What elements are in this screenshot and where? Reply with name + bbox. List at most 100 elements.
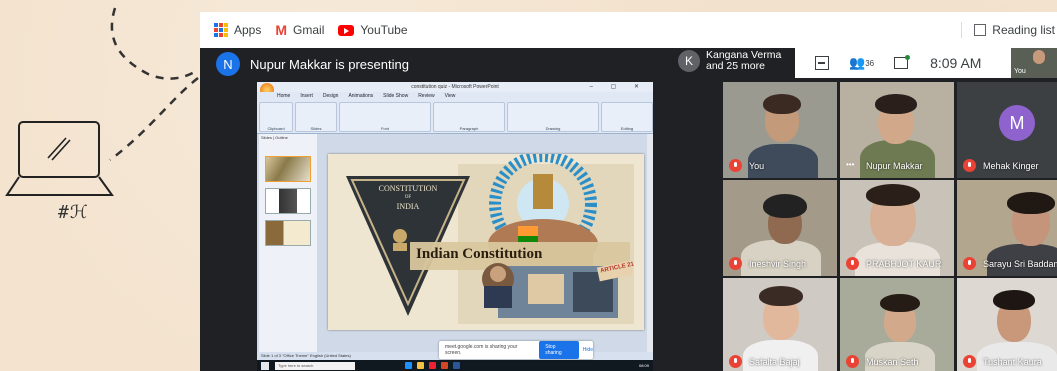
slide-thumbnail-3[interactable] — [265, 220, 311, 246]
windows-start-icon[interactable] — [261, 361, 269, 370]
participant-tile[interactable]: Sarayu Sri Baddam — [957, 180, 1057, 276]
youtube-icon — [338, 24, 355, 36]
ribbon-group: Font — [339, 102, 431, 132]
stop-sharing-button[interactable]: Stop sharing — [539, 341, 579, 359]
slide-artwork — [328, 154, 644, 330]
ppt-workspace: Slides | Outline CONSTITUTION OF INDIA I… — [257, 134, 653, 352]
bookmark-label: Apps — [234, 23, 262, 37]
participants-header[interactable]: K Kangana Verma and 25 more — [678, 50, 781, 72]
slide-title-line-2: OF — [404, 195, 412, 200]
screen-share-notice: meet.google.com is sharing your screen. … — [439, 341, 593, 359]
hide-button[interactable]: Hide — [583, 347, 593, 353]
ppt-ribbon: Home Insert Design Animations Slide Show… — [257, 92, 653, 134]
ribbon-group: Clipboard — [259, 102, 293, 132]
vertical-scrollbar[interactable] — [647, 134, 653, 352]
reading-list-label: Reading list — [992, 23, 1055, 37]
chat-button[interactable] — [894, 55, 911, 69]
taskbar-apps — [405, 362, 460, 369]
participant-avatar: M — [999, 105, 1035, 141]
ribbon-tabs: Home Insert Design Animations Slide Show… — [277, 93, 455, 99]
share-message: meet.google.com is sharing your screen. — [445, 344, 518, 356]
participant-tile[interactable]: Ineshvir Singh — [723, 180, 837, 276]
bookmark-gmail[interactable]: M Gmail — [275, 22, 324, 38]
participant-tile[interactable]: PRABHJOT KAUR — [840, 180, 954, 276]
participant-name: Ineshvir Singh — [749, 259, 807, 269]
doodle-caption: #ℋ — [58, 202, 89, 223]
ppt-window-title: constitution quiz - Microsoft PowerPoint — [411, 84, 499, 90]
folder-icon[interactable] — [417, 362, 424, 369]
reading-list-button[interactable]: Reading list — [961, 22, 1055, 38]
slide-thumbnail-1[interactable] — [265, 156, 311, 182]
presenter-avatar: N — [216, 52, 240, 76]
ribbon-group: Drawing — [507, 102, 599, 132]
browser-window: Apps M Gmail YouTube Reading list N Nupu… — [200, 12, 1057, 371]
participant-name: Safalta Bajaj — [749, 357, 800, 367]
slide-title-line-3: INDIA — [396, 202, 420, 211]
ribbon-group: Paragraph — [433, 102, 505, 132]
participant-tile[interactable]: M Mehak Kinger — [957, 82, 1057, 178]
chrome-icon[interactable] — [429, 362, 436, 369]
ribbon-tab[interactable]: Insert — [300, 93, 313, 99]
participant-tile[interactable]: Safalta Bajaj — [723, 278, 837, 371]
bookmark-youtube[interactable]: YouTube — [338, 23, 408, 37]
bookmark-label: Gmail — [293, 23, 325, 37]
edge-icon[interactable] — [405, 362, 412, 369]
participant-tile[interactable]: ••• Nupur Makkar — [840, 82, 954, 178]
ribbon-group: Editing — [601, 102, 653, 132]
participant-tile[interactable]: Tushant Kaura — [957, 278, 1057, 371]
layout-icon — [815, 56, 829, 70]
slide-title-line-1: CONSTITUTION — [378, 184, 438, 193]
powerpoint-icon[interactable] — [441, 362, 448, 369]
ribbon-tab[interactable]: Design — [323, 93, 339, 99]
participant-name: PRABHJOT KAUR — [866, 259, 942, 269]
ribbon-tab[interactable]: Animations — [348, 93, 373, 99]
presenter-bar: N Nupur Makkar is presenting — [200, 48, 680, 80]
taskbar-clock: 08:09 — [638, 363, 649, 368]
current-slide: CONSTITUTION OF INDIA Indian Constitutio… — [328, 154, 644, 330]
muted-mic-icon — [846, 257, 859, 270]
divider — [961, 22, 963, 38]
people-icon: 👥 — [849, 55, 866, 70]
muted-mic-icon — [846, 355, 859, 368]
word-icon[interactable] — [453, 362, 460, 369]
thumb-tabs[interactable]: Slides | Outline — [259, 134, 317, 141]
participant-tile[interactable]: Muskan Seth — [840, 278, 954, 371]
bookmark-label: YouTube — [360, 23, 408, 37]
doodle-illustration — [5, 7, 199, 196]
bookmark-apps[interactable]: Apps — [214, 23, 261, 37]
slide-thumbnail-2[interactable] — [265, 188, 311, 214]
ribbon-tab[interactable]: Review — [418, 93, 434, 99]
participant-tile[interactable]: You — [723, 82, 837, 178]
ribbon-tab[interactable]: Home — [277, 93, 290, 99]
slide-banner: Indian Constitution — [416, 246, 543, 262]
ribbon-groups: Clipboard Slides Font Paragraph Drawing … — [259, 102, 653, 132]
meet-toolbar: 👥 36 8:09 AM — [795, 48, 1011, 78]
windows-taskbar: Type here to search 08:09 — [257, 360, 653, 371]
participant-name: Nupur Makkar — [866, 161, 923, 171]
muted-mic-icon — [963, 355, 976, 368]
presenter-text: Nupur Makkar is presenting — [250, 56, 409, 72]
ppt-title-bar: constitution quiz - Microsoft PowerPoint… — [257, 82, 653, 92]
activities-button[interactable] — [815, 56, 829, 70]
participant-name: Sarayu Sri Baddam — [983, 259, 1057, 269]
reading-list-icon — [974, 24, 987, 36]
window-controls: – ▢ ✕ — [589, 84, 647, 90]
slide-thumbnails: Slides | Outline — [259, 134, 317, 352]
taskbar-search[interactable]: Type here to search — [275, 361, 355, 370]
participant-name: Tushant Kaura — [983, 357, 1042, 367]
muted-mic-icon — [729, 355, 742, 368]
muted-mic-icon — [963, 159, 976, 172]
participant-avatar: K — [678, 50, 700, 72]
people-button[interactable]: 👥 36 — [849, 55, 874, 71]
chat-icon — [894, 55, 911, 69]
ribbon-group: Slides — [295, 102, 337, 132]
laptop-icon — [5, 121, 114, 196]
muted-mic-icon — [729, 159, 742, 172]
ribbon-tab[interactable]: View — [445, 93, 456, 99]
participant-name: Muskan Seth — [866, 357, 919, 367]
gmail-icon: M — [275, 22, 288, 38]
slide-triangle-title: CONSTITUTION OF INDIA — [372, 183, 444, 212]
participant-name: You — [749, 161, 765, 171]
ribbon-tab[interactable]: Slide Show — [383, 93, 408, 99]
self-view-thumbnail[interactable]: You — [1011, 48, 1057, 78]
